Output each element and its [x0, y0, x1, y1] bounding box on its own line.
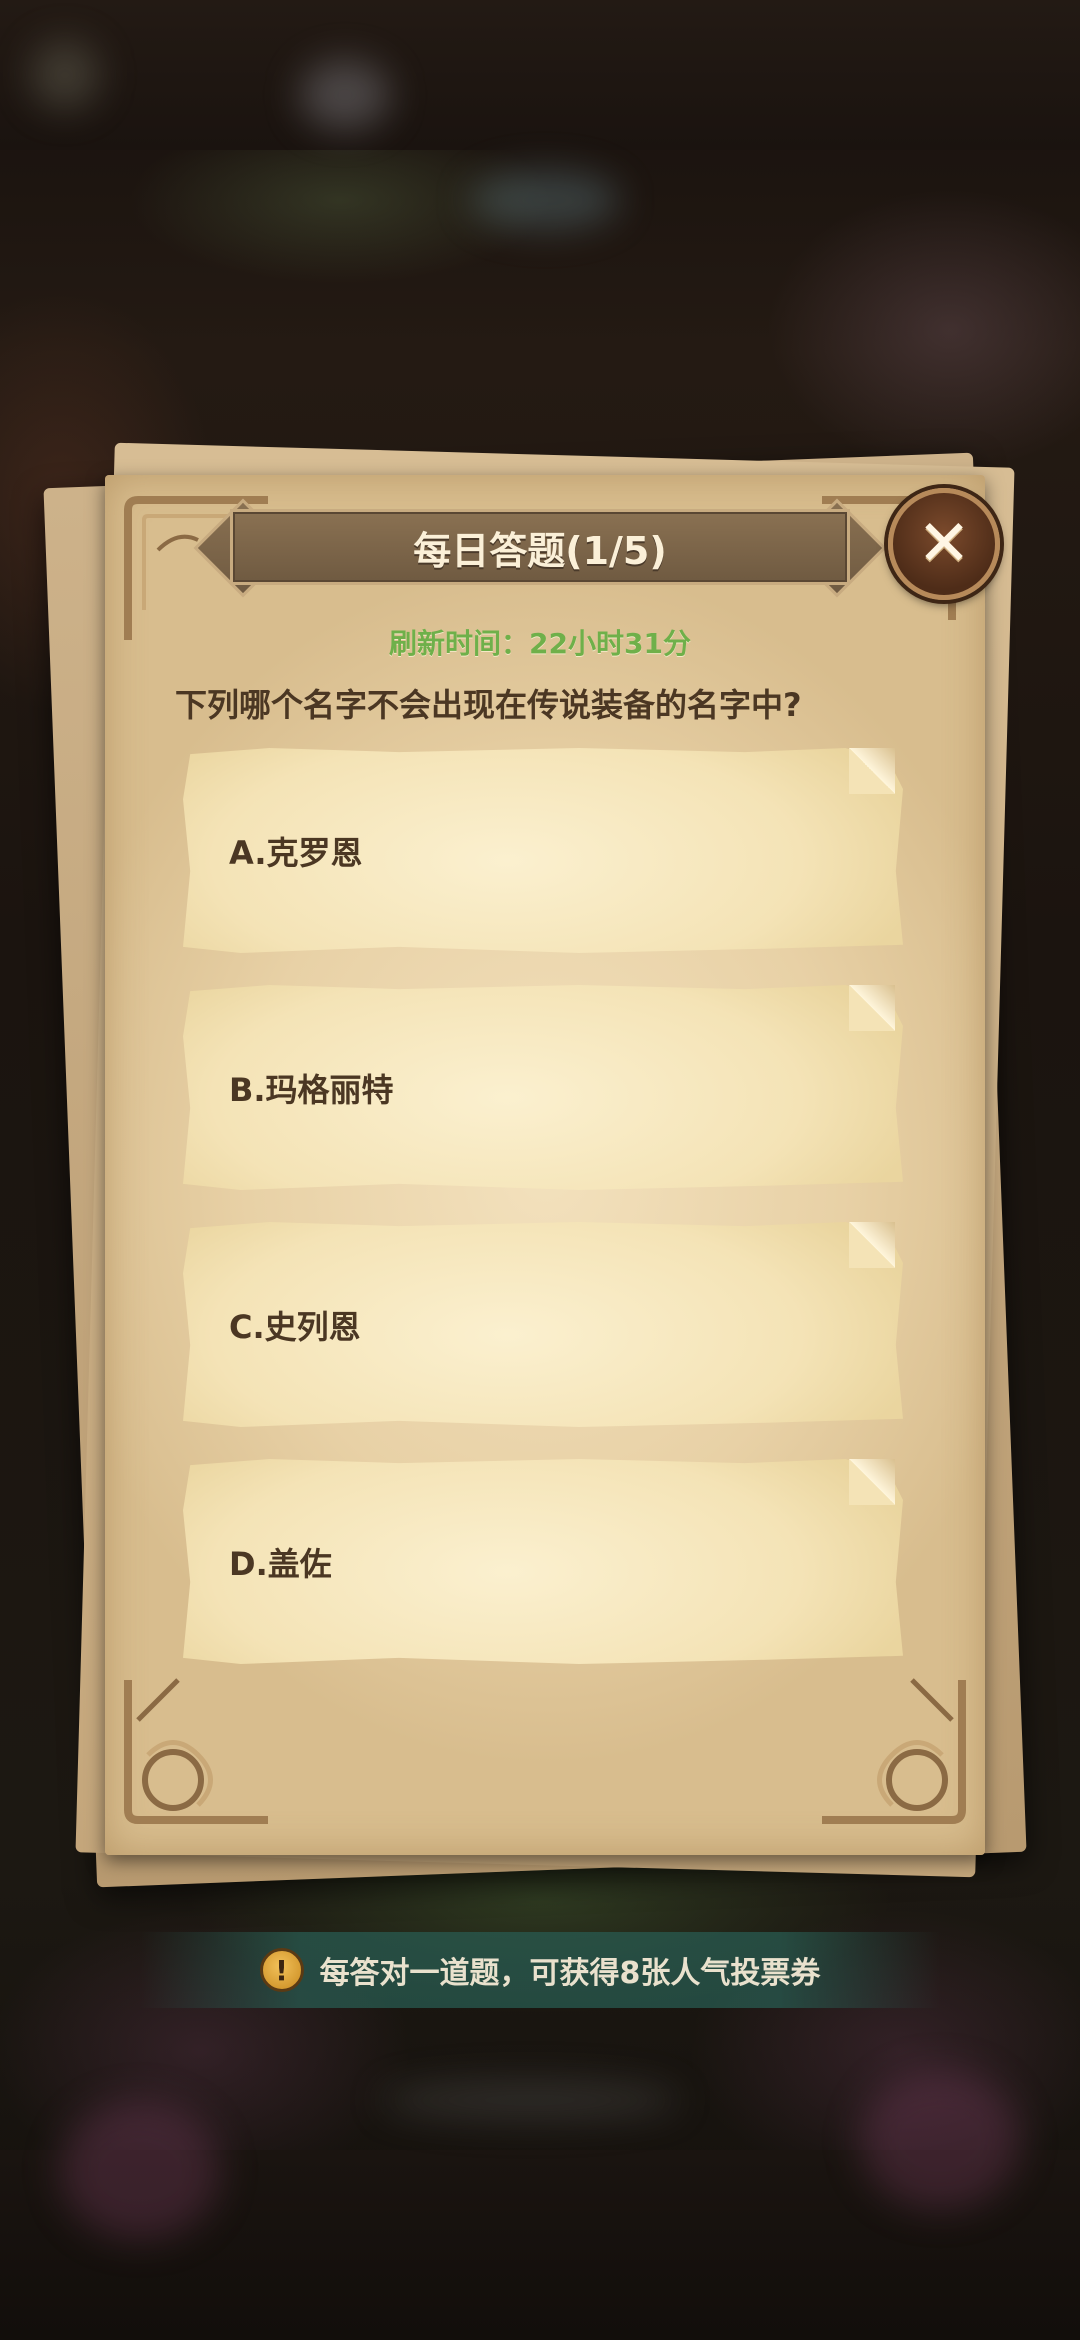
- close-button[interactable]: ✕: [888, 488, 1000, 600]
- reward-tip-bar: ! 每答对一道题，可获得8张人气投票券: [140, 1932, 940, 2008]
- question-text: 下列哪个名字不会出现在传说装备的名字中?: [175, 686, 802, 724]
- background-blob: [60, 2100, 220, 2240]
- dialog-title: 每日答题(1/5): [413, 528, 667, 573]
- background-blob: [30, 40, 100, 110]
- corner-ornament-bottom-left: [124, 1678, 268, 1824]
- option-label: D.盖佐: [229, 1544, 332, 1583]
- option-label: A.克罗恩: [229, 833, 363, 872]
- corner-ornament-bottom-right: [822, 1678, 966, 1824]
- answer-option-c[interactable]: C.史列恩: [183, 1222, 903, 1427]
- background-blob: [380, 2080, 680, 2120]
- page-fold-corner: [849, 1222, 895, 1268]
- refresh-label: 刷新时间：: [389, 627, 530, 660]
- answer-option-d[interactable]: D.盖佐: [183, 1459, 903, 1664]
- background-blob: [300, 60, 390, 130]
- page-fold-corner: [849, 985, 895, 1031]
- reward-tip-text: 每答对一道题，可获得8张人气投票券: [319, 1956, 821, 1991]
- exclamation-icon: !: [259, 1948, 304, 1992]
- option-label: C.史列恩: [229, 1307, 361, 1346]
- background-top-bar: [0, 0, 1080, 150]
- page-fold-corner: [849, 1459, 895, 1505]
- option-label: B.玛格丽特: [229, 1070, 394, 1109]
- background-blob: [860, 2070, 1020, 2210]
- answer-option-a[interactable]: A.克罗恩: [183, 748, 903, 953]
- page-fold-corner: [849, 748, 895, 794]
- refresh-timer: 刷新时间：22小时31分: [0, 622, 1080, 662]
- refresh-time-value: 22小时31分: [529, 627, 691, 660]
- background-blob: [470, 170, 620, 230]
- answer-option-b[interactable]: B.玛格丽特: [183, 985, 903, 1190]
- title-banner: 每日答题(1/5): [193, 498, 887, 598]
- close-x-icon: ✕: [917, 507, 971, 581]
